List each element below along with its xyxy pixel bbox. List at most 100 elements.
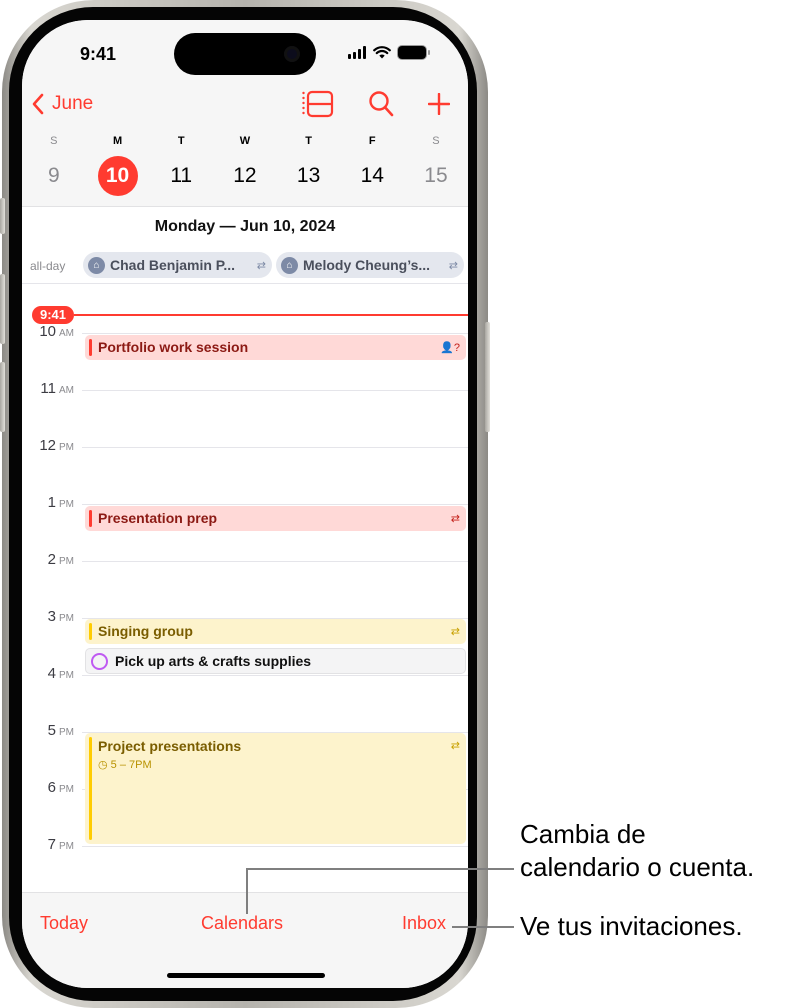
- status-time: 9:41: [80, 44, 117, 64]
- hour-gridline: [82, 447, 468, 448]
- reminder-item[interactable]: Pick up arts & crafts supplies: [85, 648, 466, 674]
- dynamic-island: [174, 33, 316, 75]
- volume-down-button: [0, 362, 5, 432]
- repeat-icon: ⇄: [450, 513, 460, 525]
- callout-line-calendars: [246, 868, 514, 870]
- camera-icon: [284, 46, 300, 62]
- hour-label: 2 PM: [47, 551, 74, 568]
- add-icon[interactable]: [428, 93, 450, 115]
- event-title: Project presentations: [98, 738, 242, 754]
- day-of-week: T: [177, 135, 185, 147]
- status-icons: [348, 46, 430, 59]
- event-presentation-prep[interactable]: Presentation prep ⇄: [85, 506, 466, 531]
- event-title: Singing group: [98, 623, 193, 639]
- hour-gridline: [82, 333, 468, 334]
- hour-label: 10 AM: [39, 323, 74, 340]
- power-button: [485, 322, 490, 432]
- hour-label: 1 PM: [47, 494, 74, 511]
- event-portfolio-work-session[interactable]: Portfolio work session 👤?: [85, 335, 466, 360]
- event-color-bar: [89, 737, 92, 840]
- current-time-line: [74, 314, 468, 316]
- day-of-week: S: [432, 135, 440, 147]
- day-friday[interactable]: F 14: [340, 132, 404, 196]
- hour-label: 4 PM: [47, 665, 74, 682]
- hour-label: 7 PM: [47, 836, 74, 853]
- bottom-toolbar: Today Calendars Inbox: [22, 892, 468, 988]
- hour-label: 5 PM: [47, 722, 74, 739]
- back-label: June: [52, 93, 94, 114]
- event-title: Portfolio work session: [98, 339, 249, 355]
- inbox-button[interactable]: Inbox: [402, 913, 446, 934]
- reminder-title: Pick up arts & crafts supplies: [115, 653, 312, 669]
- back-to-month-button[interactable]: June: [32, 93, 93, 115]
- day-number: 15: [424, 164, 448, 187]
- hour-label: 6 PM: [47, 779, 74, 796]
- day-of-week: F: [368, 135, 376, 147]
- hour-label: 12 PM: [39, 437, 74, 454]
- all-day-event-title: Chad Benjamin P...: [110, 257, 235, 273]
- day-of-week: M: [112, 135, 123, 147]
- day-sunday[interactable]: S9: [22, 132, 86, 196]
- event-color-bar: [89, 510, 92, 527]
- day-saturday[interactable]: S 15: [404, 132, 468, 196]
- header-actions: [302, 90, 450, 118]
- hour-label: 3 PM: [47, 608, 74, 625]
- selected-date-title: Monday — Jun 10, 2024: [154, 218, 336, 235]
- clock-icon: ◷: [98, 759, 108, 771]
- header-area: 9:41 June S 9 M 10 T 11 W 12 T 13 F 14 S…: [22, 20, 468, 207]
- calendar-screen: 9:41 June S 9 M 10 T 11 W 12 T 13 F 14 S…: [22, 20, 468, 988]
- week-strip: S9 M 10 T 11 W 12 T 13 F 14 S 15: [22, 132, 468, 196]
- gift-icon: ⌂: [88, 256, 105, 274]
- volume-up-button: [0, 274, 5, 344]
- callout-line-inbox: [452, 926, 514, 928]
- event-time: ◷ 5 – 7PM: [98, 759, 152, 771]
- day-tuesday[interactable]: T 11: [149, 132, 213, 196]
- action-button: [0, 198, 5, 234]
- repeat-icon: ⇄: [256, 259, 266, 272]
- hour-gridline: [82, 846, 468, 847]
- all-day-event-title: Melody Cheung’s...: [303, 257, 431, 273]
- callout-inbox: Ve tus invitaciones.: [520, 911, 743, 941]
- repeat-icon: ⇄: [450, 740, 460, 752]
- invitee-pending-icon: 👤?: [440, 342, 460, 354]
- day-wednesday[interactable]: W 12: [213, 132, 277, 196]
- calendars-button[interactable]: Calendars: [201, 913, 283, 934]
- chevron-left-icon: [32, 93, 44, 115]
- day-number: 14: [360, 164, 384, 187]
- home-indicator: [167, 973, 325, 978]
- day-number: 12: [233, 164, 257, 187]
- today-button[interactable]: Today: [40, 913, 88, 934]
- event-project-presentations[interactable]: Project presentations ⇄ ◷ 5 – 7PM: [85, 733, 466, 844]
- all-day-event[interactable]: ⌂ Chad Benjamin P... ⇄: [83, 252, 272, 278]
- day-number: 13: [296, 164, 321, 187]
- event-singing-group[interactable]: Singing group ⇄: [85, 619, 466, 644]
- hour-gridline: [82, 675, 468, 676]
- current-time-badge: 9:41: [32, 306, 74, 324]
- day-timeline[interactable]: 10 AM 11 AM 12 PM 1 PM 2 PM 3 PM 4 PM 5 PM 6 PM 7…: [22, 285, 468, 895]
- event-color-bar: [89, 339, 92, 356]
- day-of-week: S: [50, 135, 58, 147]
- event-title: Presentation prep: [98, 510, 218, 526]
- day-monday[interactable]: M 10: [86, 132, 150, 196]
- all-day-row: all-day ⌂ Chad Benjamin P... ⇄ ⌂ Melody …: [22, 252, 468, 284]
- reminder-checkbox[interactable]: [91, 653, 108, 670]
- hour-gridline: [82, 390, 468, 391]
- all-day-label: all-day: [30, 259, 66, 273]
- day-number-selected: 10: [97, 156, 138, 196]
- search-icon[interactable]: [368, 90, 394, 118]
- callout-line-calendars: [246, 868, 248, 914]
- hour-gridline: [82, 561, 468, 562]
- event-color-bar: [89, 623, 92, 640]
- hour-label: 11 AM: [40, 380, 74, 397]
- cellular-signal-icon: [348, 46, 366, 59]
- day-number: 11: [170, 164, 193, 187]
- list-view-icon[interactable]: [302, 90, 334, 118]
- repeat-icon: ⇄: [450, 626, 460, 638]
- hour-gridline: [82, 504, 468, 505]
- callout-calendars: Cambia de calendario o cuenta.: [520, 819, 755, 882]
- all-day-event[interactable]: ⌂ Melody Cheung’s... ⇄: [276, 252, 464, 278]
- gift-icon: ⌂: [281, 256, 298, 274]
- day-thursday[interactable]: T 13: [277, 132, 341, 196]
- day-of-week: W: [239, 135, 251, 147]
- repeat-icon: ⇄: [448, 259, 458, 272]
